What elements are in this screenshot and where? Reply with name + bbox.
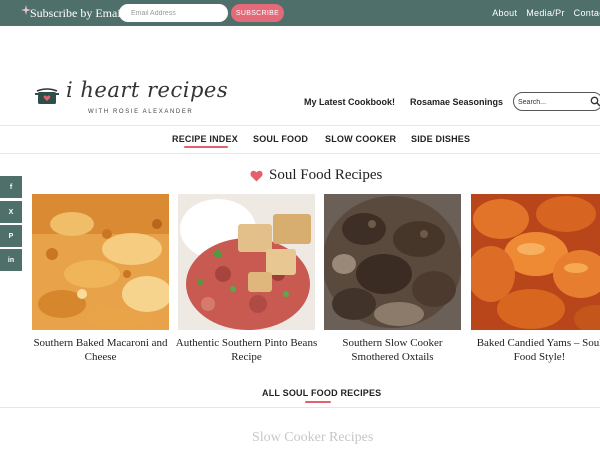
top-bar: Subscribe by Email SUBSCRIBE About Media… [0, 0, 600, 26]
search-icon[interactable] [590, 96, 600, 107]
linkedin-share-button[interactable]: in [0, 249, 22, 271]
nav-soul-food[interactable]: SOUL FOOD [253, 134, 308, 144]
seasonings-link[interactable]: Rosamae Seasonings [410, 97, 503, 107]
recipe-image-mac-and-cheese[interactable] [32, 194, 169, 330]
recipe-image-pinto-beans[interactable] [178, 194, 315, 330]
logo-tagline: WITH ROSIE ALEXANDER [88, 109, 194, 115]
header-divider [0, 125, 600, 126]
recipe-image-oxtails[interactable] [324, 194, 461, 330]
recipe-title-oxtails[interactable]: Southern Slow Cooker Smothered Oxtails [319, 336, 466, 364]
email-input[interactable] [119, 4, 228, 22]
pinterest-icon: P [8, 232, 14, 240]
section-title: Soul Food Recipes [269, 167, 383, 183]
facebook-icon: f [9, 183, 13, 191]
next-section-title: Slow Cooker Recipes [252, 430, 374, 445]
top-link-media[interactable]: Media/Pr [526, 8, 564, 18]
top-links: About Media/Pr Contac [492, 8, 600, 18]
site-logo[interactable]: i heart recipes WITH ROSIE ALEXANDER [34, 78, 239, 118]
recipe-title-pinto-beans[interactable]: Authentic Southern Pinto Beans Recipe [173, 336, 320, 364]
recipe-image-candied-yams[interactable] [471, 194, 600, 330]
search-box [513, 92, 600, 111]
nav-recipe-index[interactable]: RECIPE INDEX [172, 134, 238, 144]
nav-side-dishes[interactable]: SIDE DISHES [411, 134, 470, 144]
pinterest-share-button[interactable]: P [0, 225, 22, 247]
facebook-share-button[interactable]: f [0, 176, 22, 198]
search-input[interactable] [518, 95, 588, 109]
section-heading: Soul Food Recipes [250, 167, 382, 184]
linkedin-icon: in [7, 256, 15, 264]
recipe-title-candied-yams[interactable]: Baked Candied Yams – Soul Food Style! [466, 336, 600, 364]
cookbook-link[interactable]: My Latest Cookbook! [304, 97, 395, 107]
top-link-about[interactable]: About [492, 8, 517, 18]
recipe-title-mac-and-cheese[interactable]: Southern Baked Macaroni and Cheese [27, 336, 174, 364]
subscribe-label: Subscribe by Email [30, 6, 124, 20]
nav-active-indicator [184, 146, 228, 148]
pot-icon [35, 88, 59, 104]
x-icon: X [8, 208, 14, 216]
all-link-underline [305, 401, 331, 403]
heart-icon [250, 170, 263, 181]
logo-text: i heart recipes [66, 78, 229, 102]
x-share-button[interactable]: X [0, 201, 22, 223]
nav-divider [0, 153, 600, 154]
section-divider [0, 407, 600, 408]
nav-slow-cooker[interactable]: SLOW COOKER [325, 134, 396, 144]
top-link-contact[interactable]: Contac [574, 8, 600, 18]
subscribe-button[interactable]: SUBSCRIBE [231, 4, 284, 22]
all-soul-food-recipes-link[interactable]: ALL SOUL FOOD RECIPES [262, 388, 381, 398]
